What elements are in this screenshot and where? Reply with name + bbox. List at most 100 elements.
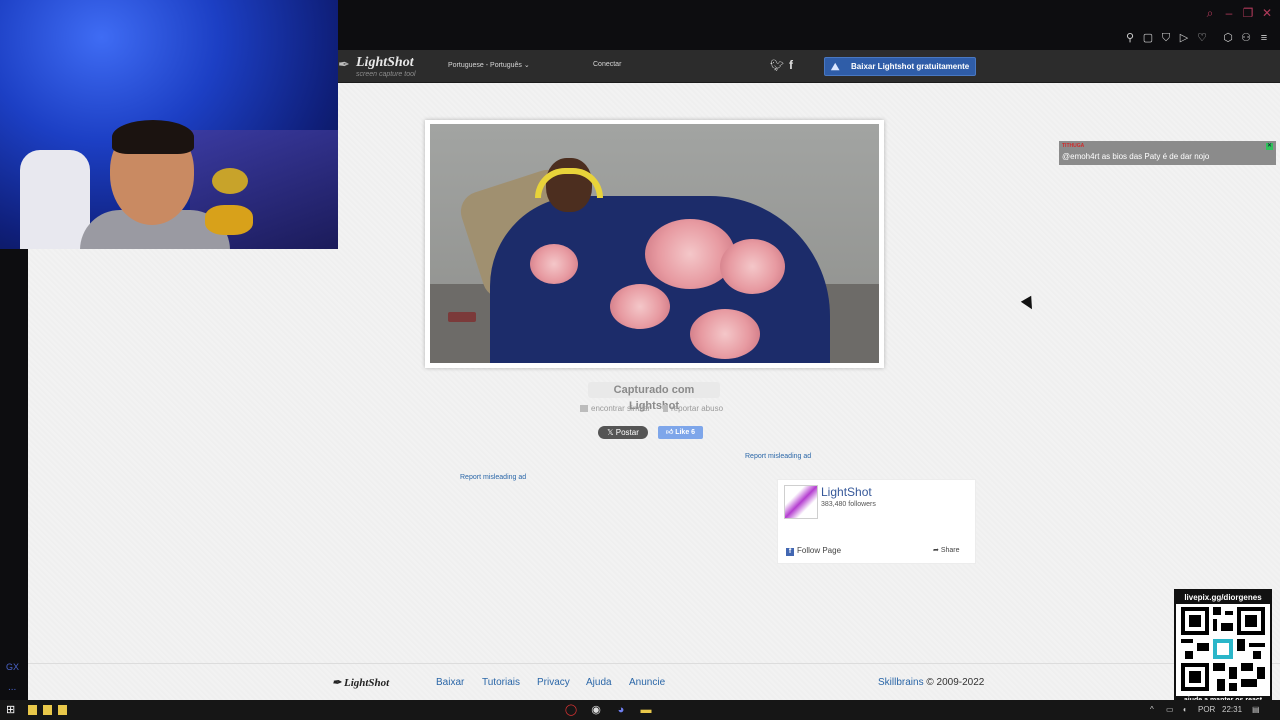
download-button[interactable]: ⛰ Baixar Lightshot gratuitamente — [824, 57, 976, 76]
like-button[interactable]: 👍︎ Like 6 — [658, 426, 703, 439]
footer-logo-text: LightShot — [343, 677, 390, 689]
webcam-toy — [205, 205, 253, 235]
discord-icon[interactable]: ◕ — [614, 703, 628, 717]
post-button-label: Postar — [615, 428, 639, 437]
language-label: Portuguese - Português — [448, 62, 522, 69]
footer-link-tutoriais[interactable]: Tutoriais — [482, 677, 520, 688]
download-button-label: Baixar Lightshot gratuitamente — [851, 62, 970, 71]
notification-message: @emoh4rt as bios das Paty é de dar nojo — [1062, 152, 1210, 161]
footer-link-baixar[interactable]: Baixar — [436, 677, 464, 688]
image-phone — [448, 312, 476, 322]
notification-title: TITHUGA — [1062, 143, 1085, 149]
fb-page-name[interactable]: LightShot — [821, 485, 872, 499]
play-icon[interactable]: ▷ — [1177, 31, 1191, 45]
folder-icon[interactable]: ▬ — [639, 703, 653, 717]
image-rose — [530, 244, 578, 284]
x-icon: 𝕏 — [607, 428, 616, 437]
taskbar: ⊞ ◯ ◉ ◕ ▬ ^ ▭ ◖ POR 22:31 ▤ — [0, 700, 1280, 720]
windows-start-icon[interactable]: ⊞ — [6, 704, 18, 716]
screenshot-image[interactable] — [430, 124, 879, 363]
clock[interactable]: 22:31 — [1222, 705, 1242, 714]
download-icon: ⛰ — [831, 62, 840, 73]
snapshot-icon[interactable]: ▢ — [1141, 31, 1155, 45]
follow-page-button[interactable]: f Follow Page — [786, 546, 841, 556]
menu-icon[interactable]: ≡ — [1257, 31, 1271, 45]
image-rose — [720, 239, 785, 294]
skillbrains-link[interactable]: Skillbrains — [878, 677, 924, 688]
webcam-overlay — [0, 0, 338, 249]
lightshot-header: ✒ LightShot screen capture tool Portugue… — [338, 50, 1280, 83]
logo-subtitle: screen capture tool — [356, 71, 416, 78]
copyright-text: © 2009-2022 — [926, 677, 985, 688]
avatar[interactable] — [784, 485, 818, 519]
opera-gx-icon[interactable]: ◯ — [564, 703, 578, 717]
share-label: Share — [940, 547, 960, 554]
language-indicator[interactable]: POR — [1198, 705, 1215, 714]
report-abuse-link[interactable]: reportar abuso — [663, 404, 723, 413]
connect-link[interactable]: Conectar — [593, 61, 621, 68]
language-selector[interactable]: Portuguese - Português ⌄ — [448, 61, 530, 69]
network-icon[interactable]: ▭ — [1166, 705, 1174, 714]
camera-icon — [580, 405, 588, 412]
chat-notification: TITHUGA @emoh4rt as bios das Paty é de d… — [1059, 141, 1276, 165]
obs-icon[interactable]: ◉ — [589, 703, 603, 717]
find-similar-link[interactable]: encontrar similar — [580, 404, 650, 413]
search-icon[interactable]: ⌕ — [1203, 6, 1217, 20]
fb-followers: 383,480 followers — [821, 501, 876, 508]
image-rose — [610, 284, 670, 329]
find-similar-label: encontrar similar — [591, 404, 651, 413]
maximize-icon[interactable]: ❐ — [1241, 6, 1255, 20]
flag-icon — [663, 405, 668, 412]
share-icon: ➦ — [933, 547, 941, 554]
close-icon[interactable]: ✕ — [1266, 143, 1273, 150]
shield-icon[interactable]: ⛉ — [1159, 31, 1173, 45]
post-button[interactable]: 𝕏 Postar — [598, 426, 648, 439]
heart-icon[interactable]: ♡ — [1195, 31, 1209, 45]
minimize-icon[interactable]: – — [1222, 6, 1236, 20]
pin-icon[interactable]: ⚲ — [1123, 31, 1137, 45]
report-ad-link[interactable]: Report misleading ad — [745, 453, 811, 460]
capture-caption: Capturado com Lightshot — [588, 382, 720, 412]
lightshot-logo[interactable]: LightShot — [356, 55, 414, 71]
screenshot-frame — [425, 120, 884, 368]
footer-link-anuncie[interactable]: Anuncie — [629, 677, 665, 688]
extensions-icon[interactable]: ⬡ — [1221, 31, 1235, 45]
thumbs-up-icon: 👍︎ — [665, 429, 676, 436]
more-icon[interactable]: ... — [8, 682, 16, 693]
qr-code-panel: livepix.gg/diorgenes ajude a manter os r… — [1174, 589, 1272, 708]
close-icon[interactable]: ✕ — [1260, 6, 1274, 20]
qr-code-icon — [1181, 607, 1265, 691]
copyright: Skillbrains © 2009-2022 — [878, 677, 984, 688]
footer-logo[interactable]: ✒ LightShot — [332, 676, 389, 689]
volume-icon[interactable]: ◖ — [1182, 705, 1187, 714]
taskbar-app-icon[interactable] — [43, 705, 52, 715]
taskbar-app-icon[interactable] — [28, 705, 37, 715]
notifications-icon[interactable]: ▤ — [1252, 705, 1260, 714]
webcam-ball — [212, 168, 248, 194]
gx-icon[interactable]: GX — [6, 662, 19, 672]
facebook-icon[interactable]: f — [789, 58, 793, 72]
browser-sidebar — [0, 248, 28, 700]
facebook-page-card: LightShot 383,480 followers f Follow Page… — [777, 479, 976, 564]
report-ad-link[interactable]: Report misleading ad — [460, 474, 526, 481]
webcam-hair — [112, 120, 194, 154]
facebook-icon: f — [786, 548, 794, 556]
follow-label: Follow Page — [797, 546, 842, 555]
footer-link-privacy[interactable]: Privacy — [537, 677, 570, 688]
taskbar-app-icon[interactable] — [58, 705, 67, 715]
webcam-chair — [20, 150, 90, 249]
footer-divider — [28, 663, 1280, 664]
image-rose — [690, 309, 760, 359]
like-button-label: Like 6 — [675, 429, 696, 436]
feather-icon: ✒ — [338, 56, 350, 72]
user-icon[interactable]: ⚇ — [1239, 31, 1253, 45]
tray-chevron-icon[interactable]: ^ — [1150, 705, 1154, 714]
report-abuse-label: reportar abuso — [671, 404, 724, 413]
feather-icon: ✒ — [332, 677, 342, 689]
footer-link-ajuda[interactable]: Ajuda — [586, 677, 612, 688]
image-rose — [645, 219, 735, 289]
qr-title: livepix.gg/diorgenes — [1176, 591, 1270, 604]
chevron-down-icon: ⌄ — [523, 62, 530, 69]
twitter-icon[interactable]: 🐦︎ — [770, 59, 784, 72]
share-button[interactable]: ➦ Share — [933, 546, 960, 554]
